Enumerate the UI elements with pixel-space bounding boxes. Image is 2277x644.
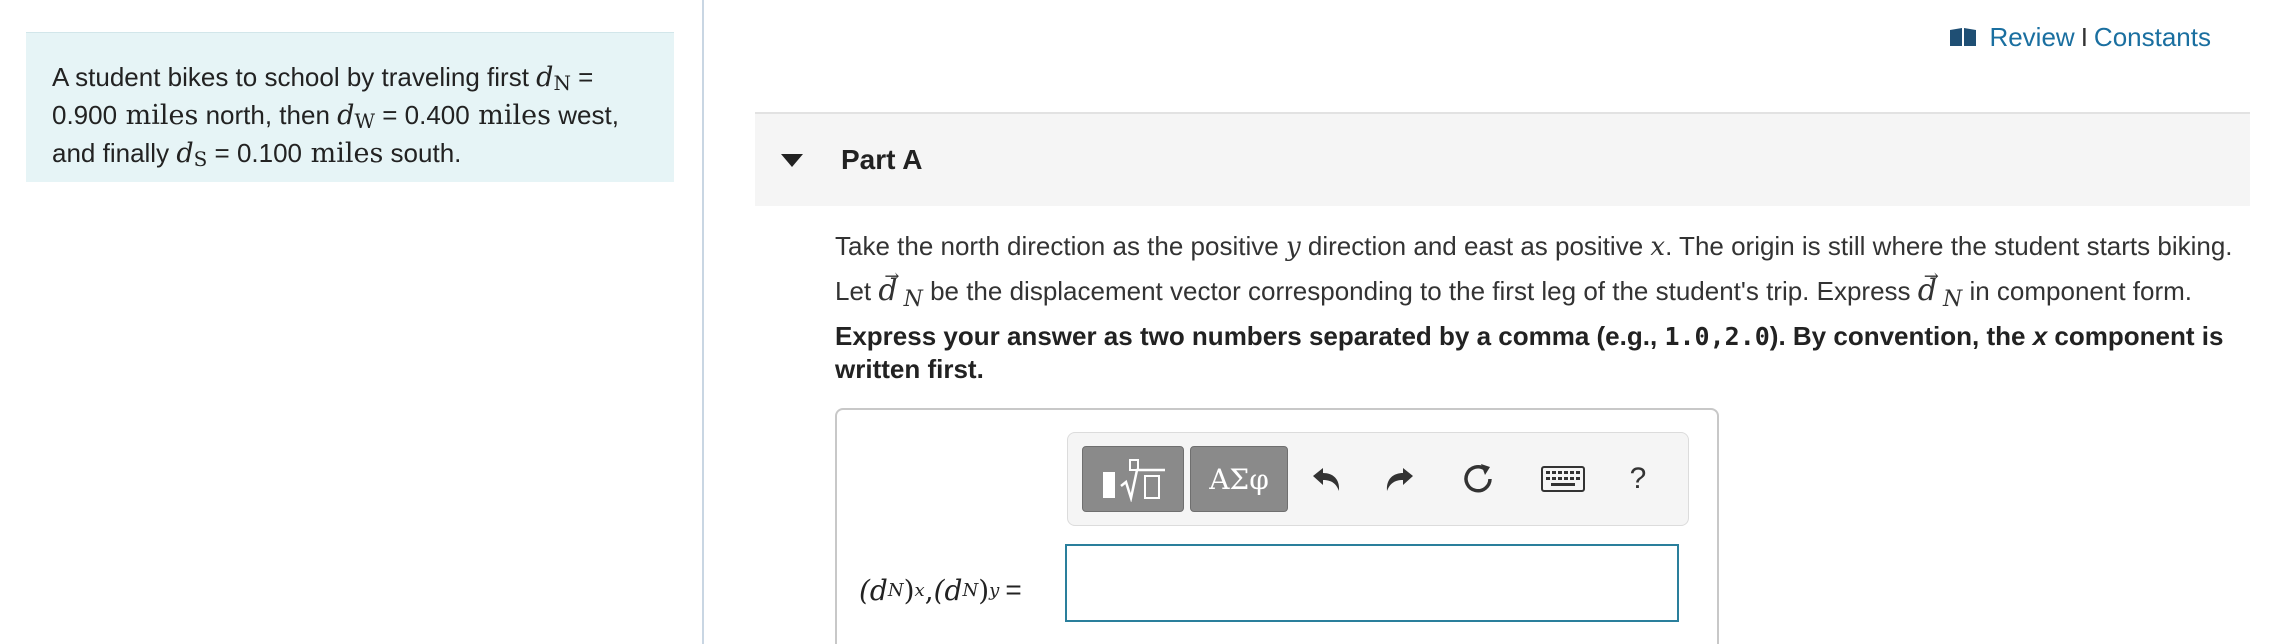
review-link[interactable]: Review (1989, 22, 2074, 53)
label-sub-n: N (887, 579, 904, 601)
help-icon[interactable]: ? (1618, 459, 1658, 499)
links-separator: I (2080, 21, 2088, 52)
unit-3: miles (302, 138, 384, 169)
eq-3: = (207, 138, 237, 168)
part-title: Part A (841, 144, 923, 175)
q-text-4: be the displacement vector corresponding… (922, 276, 1918, 306)
value-1: 0.900 (52, 100, 118, 130)
label-sub-x: x (914, 579, 925, 601)
question-text: Take the north direction as the positive… (835, 224, 2235, 322)
q-text-5: in component form. (1962, 276, 2193, 306)
instr-text-1: Express your answer as two numbers separ… (835, 321, 1665, 351)
page: A student bikes to school by traveling f… (0, 0, 2277, 644)
label-sub-y: y (989, 579, 1000, 601)
intro-text-2: north, then (198, 100, 338, 130)
redo-icon[interactable] (1380, 459, 1420, 499)
caret-down-icon[interactable] (781, 153, 803, 167)
q-var-x: x (1650, 232, 1666, 262)
label-sub-n-2: N (962, 579, 979, 601)
answer-instructions: Express your answer as two numbers separ… (835, 320, 2235, 386)
intro-text-4: south. (383, 138, 462, 168)
var-d-2: d (337, 100, 355, 131)
vector-dn: → d N (878, 266, 923, 312)
instr-var-x: x (2032, 321, 2048, 351)
vector-dn-2: → d N (1917, 266, 1963, 312)
label-open: (d (859, 573, 888, 607)
label-equals: = (1005, 574, 1022, 605)
value-3: 0.100 (236, 138, 303, 168)
vec-sub: N (903, 287, 923, 312)
q-text-2: direction and east as positive (1300, 231, 1651, 261)
intro-text-1: A student bikes to school by traveling f… (52, 62, 537, 92)
eq-2: = (375, 100, 405, 130)
math-toolbar: ΑΣφ ? (1067, 432, 1689, 526)
var-d-3: d (176, 138, 194, 169)
eq-1: = (570, 62, 594, 92)
part-header[interactable]: Part A (755, 114, 2250, 206)
instr-text-2: ). By convention, the (1769, 321, 2033, 351)
panel-divider (702, 0, 704, 644)
book-icon (1949, 27, 1977, 47)
sub-s: S (193, 147, 208, 171)
problem-statement: A student bikes to school by traveling f… (26, 32, 674, 182)
reset-icon[interactable] (1458, 459, 1498, 499)
constants-link[interactable]: Constants (2094, 22, 2211, 53)
vec-sub-2: N (1943, 287, 1963, 312)
unit-2: miles (469, 100, 552, 131)
sub-w: W (354, 109, 375, 133)
label-close-2: ) (978, 573, 990, 607)
q-text-1: Take the north direction as the positive (835, 231, 1286, 261)
label-open-2: (d (933, 573, 963, 607)
answer-input[interactable] (1065, 544, 1679, 622)
keyboard-icon[interactable] (1540, 459, 1586, 499)
templates-icon (1103, 459, 1165, 502)
instr-example: 1.0,2.0 (1664, 322, 1770, 351)
undo-icon[interactable] (1306, 459, 1346, 499)
greek-symbols-button[interactable]: ΑΣφ (1190, 446, 1288, 512)
label-comma: , (924, 573, 934, 607)
answer-label: (d N) x , (d N) y = (859, 560, 1022, 620)
answer-box: ΑΣφ ? (d N) x , (d N) y = (835, 408, 1719, 644)
q-var-y: y (1285, 232, 1301, 262)
var-d: d (536, 62, 554, 93)
sub-n: N (553, 71, 571, 95)
unit-1: miles (117, 100, 199, 131)
templates-button[interactable] (1082, 446, 1184, 512)
review-constants-links: Review I Constants (1949, 20, 2211, 54)
label-close: ) (903, 573, 915, 607)
value-2: 0.400 (404, 100, 470, 130)
